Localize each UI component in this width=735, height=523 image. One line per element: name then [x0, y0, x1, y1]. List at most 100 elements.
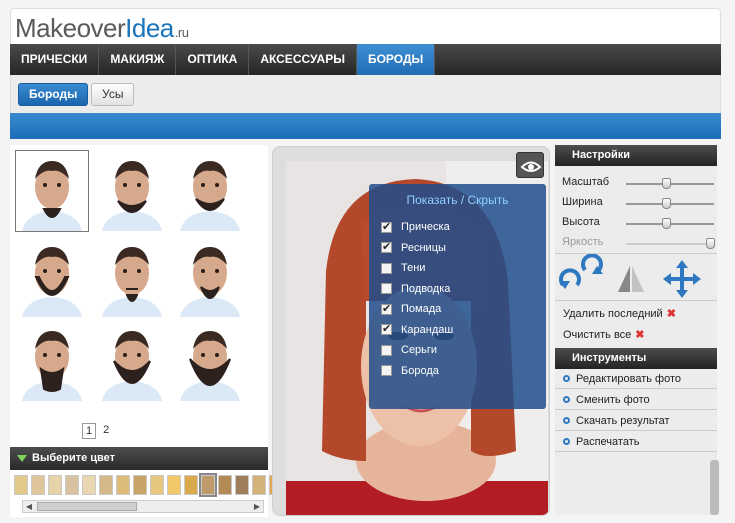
beard-thumbnail-full[interactable]	[96, 321, 168, 401]
color-swatch[interactable]	[65, 475, 79, 495]
blue-banner	[10, 113, 721, 139]
tool-menu-item[interactable]: Распечатать	[555, 432, 717, 452]
color-swatch[interactable]	[116, 475, 130, 495]
color-swatch[interactable]	[184, 475, 198, 495]
bullet-icon	[563, 417, 570, 424]
logo-text-main: Makeover	[15, 13, 126, 43]
color-swatch[interactable]	[99, 475, 113, 495]
color-swatch[interactable]	[252, 475, 266, 495]
checkbox[interactable]	[381, 240, 392, 253]
beard-face-image	[16, 321, 88, 401]
color-swatch[interactable]	[150, 475, 164, 495]
slider-label: Высота	[562, 216, 600, 228]
settings-panel: Настройки Масштаб Ширина Высота Яркость	[555, 145, 717, 515]
color-swatch[interactable]	[235, 475, 249, 495]
beard-thumbnail-long-full[interactable]	[174, 321, 246, 401]
beard-thumbnail-chin-strap[interactable]	[16, 237, 88, 317]
option-label: Подводка	[401, 282, 451, 295]
nav-item-accessories[interactable]: АКСЕССУАРЫ	[249, 44, 357, 75]
slider-row: Масштаб	[562, 176, 717, 189]
swatch-scrollbar[interactable]: ◀ ▶	[22, 500, 264, 513]
tool-menu-item[interactable]: Редактировать фото	[555, 369, 717, 389]
site-logo[interactable]: MakeoverIdea.ru	[15, 13, 189, 44]
subtab-beards[interactable]: Бороды	[18, 83, 89, 106]
site-header: MakeoverIdea.ru	[10, 8, 721, 44]
show-hide-option[interactable]: Серьги	[381, 344, 437, 356]
collapse-triangle-icon	[17, 455, 27, 462]
subtab-mustaches[interactable]: Усы	[91, 83, 135, 106]
beard-thumbnail-horseshoe[interactable]	[16, 321, 88, 401]
clear-all-button[interactable]: Очистить все ✖	[563, 328, 645, 341]
nav-item-makeup[interactable]: МАКИЯЖ	[99, 44, 177, 75]
checkbox[interactable]	[381, 322, 392, 335]
move-icon[interactable]	[663, 260, 701, 298]
color-swatch[interactable]	[133, 475, 147, 495]
show-hide-option[interactable]: Прическа	[381, 220, 450, 233]
nav-item-hairstyles[interactable]: ПРИЧЕСКИ	[10, 44, 100, 75]
remove-last-label: Удалить последний	[563, 308, 663, 320]
checkbox[interactable]	[381, 344, 392, 356]
slider-track[interactable]	[626, 218, 714, 229]
tool-menu-item[interactable]: Сменить фото	[555, 390, 717, 410]
toggle-overlay-button[interactable]	[516, 152, 544, 178]
beard-face-image	[96, 151, 168, 231]
tool-menu-item[interactable]: Скачать результат	[555, 411, 717, 431]
show-hide-panel: Показать / Скрыть Прическа Ресницы Тени Под…	[369, 184, 546, 409]
beard-thumbnail-van-dyke[interactable]	[96, 237, 168, 317]
checkbox[interactable]	[381, 365, 392, 376]
show-hide-title: Показать / Скрыть	[406, 193, 509, 207]
nav-item-optics[interactable]: ОПТИКА	[176, 44, 250, 75]
tool-label: Распечатать	[576, 436, 640, 448]
beard-thumbnail-stubble[interactable]	[174, 151, 246, 231]
rotate-icon[interactable]	[559, 253, 603, 289]
checkbox[interactable]	[381, 302, 392, 315]
show-hide-option[interactable]: Тени	[381, 262, 425, 274]
transform-icons	[559, 253, 701, 298]
color-swatch[interactable]	[167, 475, 181, 495]
show-hide-option[interactable]: Помада	[381, 302, 442, 315]
page-2-link[interactable]: 2	[100, 423, 112, 439]
slider-knob[interactable]	[661, 218, 671, 229]
option-label: Борода	[401, 364, 439, 377]
panel-scrollbar[interactable]	[710, 460, 719, 515]
color-picker-header[interactable]: Выберите цвет	[10, 447, 268, 470]
scroll-right-icon[interactable]: ▶	[251, 501, 263, 512]
beard-face-image	[174, 151, 246, 231]
show-hide-option[interactable]: Карандаш	[381, 322, 454, 336]
color-swatch[interactable]	[48, 475, 62, 495]
remove-last-button[interactable]: Удалить последний ✖	[563, 307, 676, 320]
scroll-thumb[interactable]	[37, 502, 137, 511]
slider-track[interactable]	[626, 198, 714, 209]
gallery-pager: 1 2	[82, 423, 112, 439]
slider-row: Высота	[562, 216, 717, 229]
checkbox[interactable]	[381, 220, 392, 233]
checkbox[interactable]	[381, 283, 392, 294]
transform-tools	[555, 253, 717, 301]
beard-thumbnail-circle[interactable]	[174, 237, 246, 317]
option-label: Помада	[401, 303, 442, 315]
tool-label: Сменить фото	[576, 394, 650, 406]
show-hide-option[interactable]: Борода	[381, 365, 439, 377]
slider-knob[interactable]	[661, 178, 671, 189]
color-swatch[interactable]	[14, 475, 28, 495]
beard-face-image	[16, 237, 88, 317]
slider-track[interactable]	[626, 178, 714, 189]
checkbox[interactable]	[381, 262, 392, 274]
color-swatch[interactable]	[199, 473, 217, 497]
scroll-left-icon[interactable]: ◀	[23, 501, 35, 512]
mirror-icon[interactable]	[618, 266, 644, 292]
color-swatch[interactable]	[82, 475, 96, 495]
beard-thumbnail-goatee[interactable]	[15, 150, 89, 232]
settings-header: Настройки	[555, 145, 717, 166]
beard-thumbnail-short[interactable]	[96, 151, 168, 231]
slider-knob[interactable]	[661, 198, 671, 209]
beard-face-image	[96, 321, 168, 401]
color-swatch[interactable]	[218, 475, 232, 495]
show-hide-option[interactable]: Ресницы	[381, 240, 446, 254]
color-swatch[interactable]	[31, 475, 45, 495]
bullet-icon	[563, 375, 570, 382]
show-hide-option[interactable]: Подводка	[381, 283, 450, 295]
option-label: Карандаш	[401, 323, 454, 336]
nav-item-beards[interactable]: БОРОДЫ	[356, 44, 436, 75]
page-1-link[interactable]: 1	[82, 423, 97, 439]
